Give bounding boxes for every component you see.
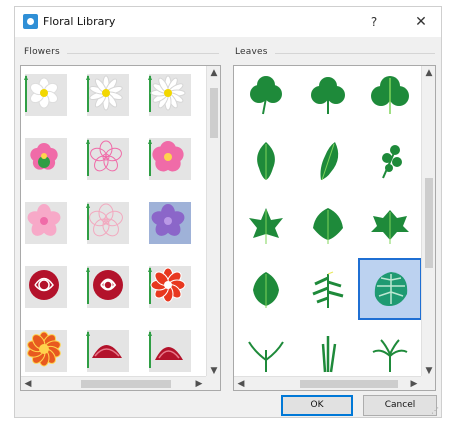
pink-round-flower-icon (148, 139, 184, 176)
flower-item-cherry-blossom-outline[interactable] (85, 200, 131, 246)
palm-sprig-icon (312, 271, 344, 308)
flower-item-red-peony[interactable] (85, 328, 131, 374)
leaf-item-fern-sprig[interactable] (360, 132, 420, 190)
flowers-vscroll-thumb[interactable] (210, 88, 218, 138)
leaves-hscroll-thumb[interactable] (300, 380, 398, 388)
leaves-group-label: Leaves (235, 47, 268, 57)
flowers-list[interactable]: ▲ ▼ ◀ ▶ (20, 65, 221, 391)
leaf-item-ivy-leaf[interactable] (298, 196, 358, 254)
fern-sprig-icon (382, 145, 402, 179)
cancel-button[interactable]: Cancel (363, 395, 437, 416)
red-peony-2-icon (148, 331, 183, 368)
red-rose-outline-icon (86, 267, 123, 304)
leaf-item-reed-sprig[interactable] (298, 324, 358, 382)
flowers-vertical-scrollbar[interactable]: ▲ ▼ (206, 66, 220, 378)
close-button[interactable]: ✕ (407, 11, 435, 33)
trefoil-leaf-icon (311, 77, 345, 114)
leaves-vscroll-thumb[interactable] (425, 178, 433, 268)
flower-item-red-rose[interactable] (23, 264, 69, 310)
flowers-hscroll-thumb[interactable] (81, 380, 171, 388)
cherry-blossom-outline-icon (86, 203, 123, 240)
resize-grip-icon[interactable]: ⋰ (431, 406, 439, 415)
flower-item-daisy-white-2[interactable] (85, 72, 131, 118)
ok-button[interactable]: OK (281, 395, 353, 416)
maple-leaf-1-icon (249, 208, 283, 244)
library-app-icon (23, 14, 38, 29)
leaves-vertical-scrollbar[interactable]: ▲ ▼ (421, 66, 435, 378)
ivy-leaf-icon (313, 208, 343, 244)
leaf-item-palm-sprig[interactable] (298, 260, 358, 318)
scroll-up-icon[interactable]: ▲ (207, 66, 220, 80)
scroll-corner (421, 376, 435, 390)
leaves-horizontal-scrollbar[interactable]: ◀ ▶ (234, 376, 421, 390)
purple-cherry-blossom-icon (151, 204, 185, 236)
flower-item-pink-cherry-blossom[interactable] (23, 200, 69, 246)
orange-flower-icon (27, 331, 61, 367)
chestnut-leaf-icon (253, 272, 279, 308)
clover-leaf-icon (250, 76, 282, 115)
daisy-white-3-icon (148, 75, 186, 112)
scroll-up-icon[interactable]: ▲ (422, 66, 435, 80)
leaf-item-chestnut-leaf[interactable] (236, 260, 296, 318)
leaves-list[interactable]: ▲ ▼ ◀ ▶ (233, 65, 436, 391)
daisy-white-2-icon (86, 75, 123, 112)
palm-fan-icon (372, 339, 408, 372)
leaf-item-monstera-leaf[interactable] (358, 258, 422, 320)
flower-item-red-dahlia[interactable] (147, 264, 193, 310)
window-title: Floral Library (43, 15, 116, 28)
flower-item-red-peony-2[interactable] (147, 328, 193, 374)
pink-blossom-icon (30, 143, 58, 170)
flower-item-orange-flower[interactable] (23, 328, 69, 374)
leaf-item-clover-leaf[interactable] (236, 68, 296, 126)
leaf-item-palm-fan[interactable] (360, 324, 420, 382)
scroll-right-icon[interactable]: ▶ (192, 377, 206, 390)
pink-cherry-blossom-icon (27, 204, 61, 236)
daisy-white-icon (24, 75, 58, 112)
leaf-item-maple-leaf-1[interactable] (236, 196, 296, 254)
red-peony-icon (86, 331, 122, 368)
scroll-right-icon[interactable]: ▶ (407, 377, 421, 390)
leaf-item-grape-leaf[interactable] (360, 196, 420, 254)
flower-item-pink-blossom[interactable] (23, 136, 69, 182)
leaf-item-trefoil-leaf-2[interactable] (360, 68, 420, 126)
trefoil-leaf-2-icon (371, 76, 409, 114)
leaf-item-trefoil-leaf[interactable] (298, 68, 358, 126)
leaf-item-oak-leaf[interactable] (236, 132, 296, 190)
title-bar: Floral Library ? ✕ (15, 7, 441, 37)
pink-outline-flower-icon (86, 139, 122, 176)
floral-library-dialog: Floral Library ? ✕ Flowers Leaves ▲ ▼ ◀ … (14, 6, 442, 418)
scroll-left-icon[interactable]: ◀ (21, 377, 35, 390)
lobed-leaf-icon (320, 142, 339, 181)
oak-leaf-icon (257, 142, 275, 180)
flower-item-red-rose-outline[interactable] (85, 264, 131, 310)
flower-item-pink-outline-flower[interactable] (85, 136, 131, 182)
scroll-left-icon[interactable]: ◀ (234, 377, 248, 390)
leaf-item-grass-sprig[interactable] (236, 324, 296, 382)
help-button[interactable]: ? (360, 11, 388, 33)
reed-sprig-icon (321, 336, 337, 373)
monstera-leaf-icon (374, 272, 408, 306)
grape-leaf-icon (371, 210, 409, 244)
red-dahlia-icon (148, 267, 186, 304)
leaves-divider (275, 53, 435, 54)
flower-item-pink-round-flower[interactable] (147, 136, 193, 182)
flowers-divider (67, 53, 219, 54)
flowers-group-label: Flowers (24, 47, 60, 57)
flower-item-purple-cherry-blossom[interactable] (147, 200, 193, 246)
grass-sprig-icon (248, 341, 284, 372)
leaf-item-lobed-leaf[interactable] (298, 132, 358, 190)
scroll-corner (206, 376, 220, 390)
flower-item-daisy-white-3[interactable] (147, 72, 193, 118)
flower-item-daisy-white[interactable] (23, 72, 69, 118)
flowers-horizontal-scrollbar[interactable]: ◀ ▶ (21, 376, 206, 390)
red-rose-icon (29, 270, 59, 300)
